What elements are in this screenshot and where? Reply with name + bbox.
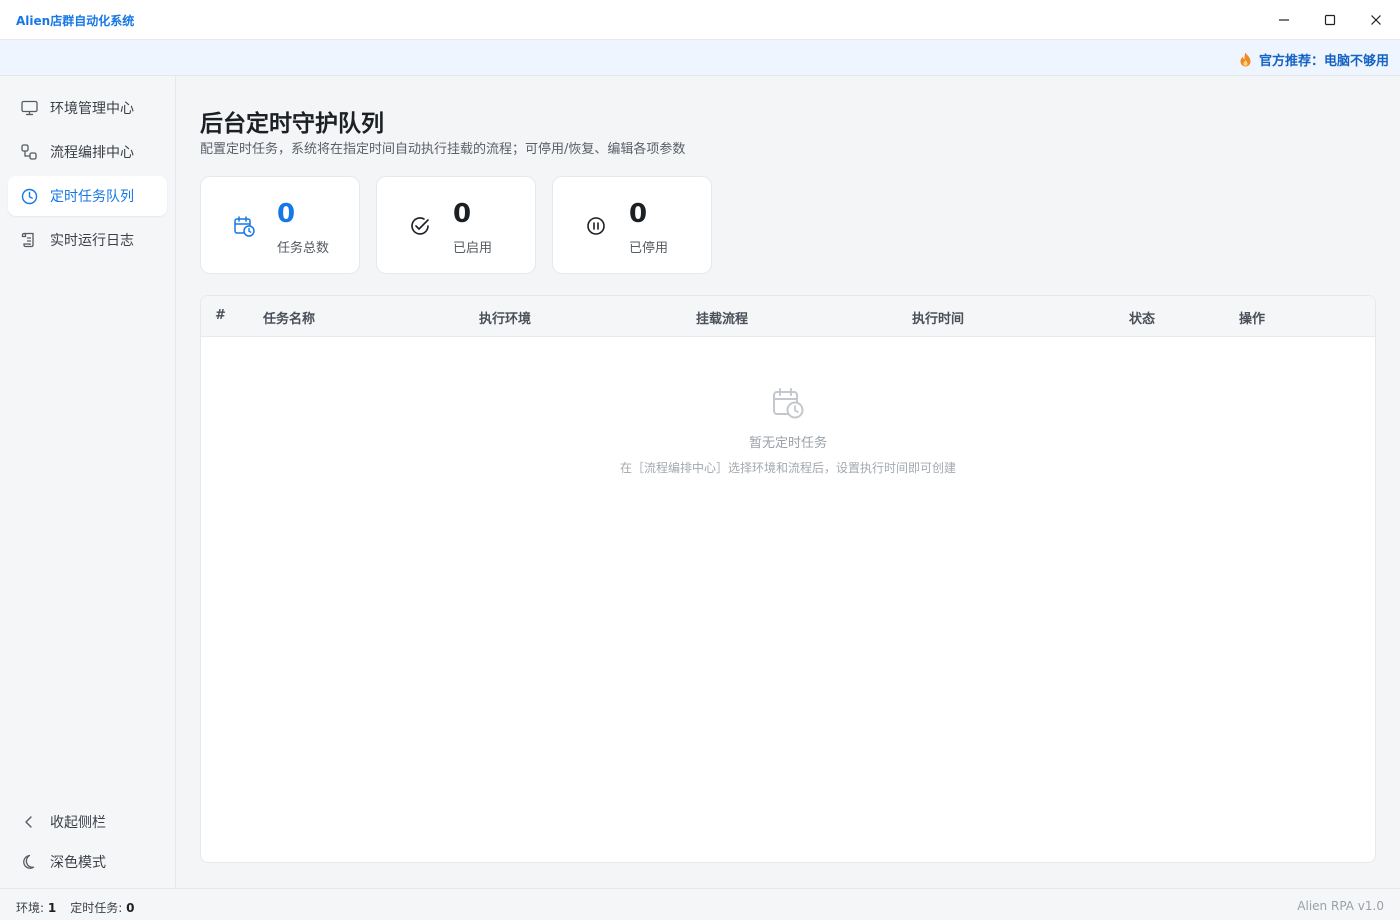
stat-label-total: 任务总数	[277, 241, 330, 256]
sidebar-item-label: 定时任务队列	[50, 189, 134, 205]
calendar-clock-icon	[773, 388, 804, 419]
column-header-environment: 执行环境	[479, 312, 532, 327]
app-title: Alien店群自动化系统	[16, 14, 135, 28]
column-header-index: #	[215, 308, 226, 323]
sidebar-item-label: 实时运行日志	[50, 233, 134, 249]
status-env-label: 环境:	[16, 901, 45, 915]
status-left: 环境: 1 定时任务: 0	[16, 899, 148, 916]
collapse-sidebar-label: 收起侧栏	[50, 815, 106, 831]
task-table: # 任务名称 执行环境 挂载流程 执行时间 状态 操作 暂无定时任务 在［流程编…	[200, 295, 1376, 863]
collapse-sidebar-button[interactable]: 收起侧栏	[8, 802, 167, 842]
version-label: Alien RPA v1.0	[1297, 899, 1384, 913]
stat-value-enabled: 0	[453, 199, 472, 229]
page-title: 后台定时守护队列	[200, 111, 384, 137]
stat-value-total: 0	[277, 199, 296, 229]
empty-state: 暂无定时任务 在［流程编排中心］选择环境和流程后，设置执行时间即可创建	[201, 386, 1375, 476]
sidebar-item-label: 环境管理中心	[50, 101, 134, 117]
minimize-button[interactable]	[1261, 4, 1307, 36]
stat-card-disabled: 0 已停用	[552, 176, 712, 274]
stat-card-enabled: 0 已启用	[376, 176, 536, 274]
stat-label-disabled: 已停用	[629, 241, 669, 256]
maximize-icon	[1324, 14, 1336, 26]
moon-icon	[20, 853, 38, 871]
table-header: # 任务名称 执行环境 挂载流程 执行时间 状态 操作	[201, 296, 1375, 337]
monitor-icon	[20, 99, 38, 117]
column-header-workflow: 挂载流程	[696, 312, 749, 327]
status-env: 环境: 1	[16, 899, 56, 916]
dark-mode-toggle[interactable]: 深色模式	[8, 842, 167, 882]
title-bar: Alien店群自动化系统	[0, 0, 1400, 40]
status-env-value: 1	[47, 901, 57, 915]
sidebar-item-logs[interactable]: 实时运行日志	[8, 220, 167, 260]
sidebar-item-environment[interactable]: 环境管理中心	[8, 88, 167, 128]
notice-banner: 官方推荐：电脑不够用	[0, 40, 1400, 76]
stat-value-disabled: 0	[629, 199, 648, 229]
column-header-status: 状态	[1129, 312, 1156, 327]
maximize-button[interactable]	[1307, 4, 1353, 36]
status-bar: 环境: 1 定时任务: 0 Alien RPA v1.0	[0, 888, 1400, 920]
status-tasks-label: 定时任务:	[70, 901, 123, 915]
empty-state-title: 暂无定时任务	[748, 436, 827, 451]
sidebar-item-workflow[interactable]: 流程编排中心	[8, 132, 167, 172]
close-button[interactable]	[1353, 4, 1399, 36]
stat-card-total: 0 任务总数	[200, 176, 360, 274]
column-header-task-name: 任务名称	[263, 312, 316, 327]
pause-circle-icon	[587, 217, 605, 235]
scroll-icon	[20, 231, 38, 249]
page-description: 配置定时任务，系统将在指定时间自动执行挂载的流程；可停用/恢复、编辑各项参数	[200, 142, 686, 157]
calendar-clock-icon	[234, 216, 255, 237]
notice-text: 官方推荐：电脑不够用	[1259, 54, 1390, 69]
sidebar: 环境管理中心 流程编排中心 定时任务队列 实时运行日志 收起侧栏 深色模式	[0, 76, 176, 888]
workflow-icon	[20, 143, 38, 161]
fire-icon	[1240, 52, 1251, 67]
column-header-exec-time: 执行时间	[912, 312, 965, 327]
status-tasks: 定时任务: 0	[70, 899, 134, 916]
sidebar-item-scheduled-tasks[interactable]: 定时任务队列	[8, 176, 167, 216]
status-tasks-value: 0	[126, 901, 135, 915]
empty-state-description: 在［流程编排中心］选择环境和流程后，设置执行时间即可创建	[619, 461, 956, 475]
close-icon	[1371, 15, 1381, 25]
clock-icon	[20, 187, 38, 205]
chevron-left-icon	[20, 813, 38, 831]
main-content: 后台定时守护队列 配置定时任务，系统将在指定时间自动执行挂载的流程；可停用/恢复…	[176, 76, 1400, 888]
notice-marquee[interactable]: 官方推荐：电脑不够用	[1239, 50, 1389, 69]
check-circle-icon	[411, 217, 429, 235]
stat-label-enabled: 已启用	[453, 241, 493, 256]
column-header-actions: 操作	[1239, 312, 1266, 327]
minimize-icon	[1279, 19, 1289, 21]
dark-mode-label: 深色模式	[50, 855, 106, 871]
sidebar-item-label: 流程编排中心	[50, 145, 134, 161]
